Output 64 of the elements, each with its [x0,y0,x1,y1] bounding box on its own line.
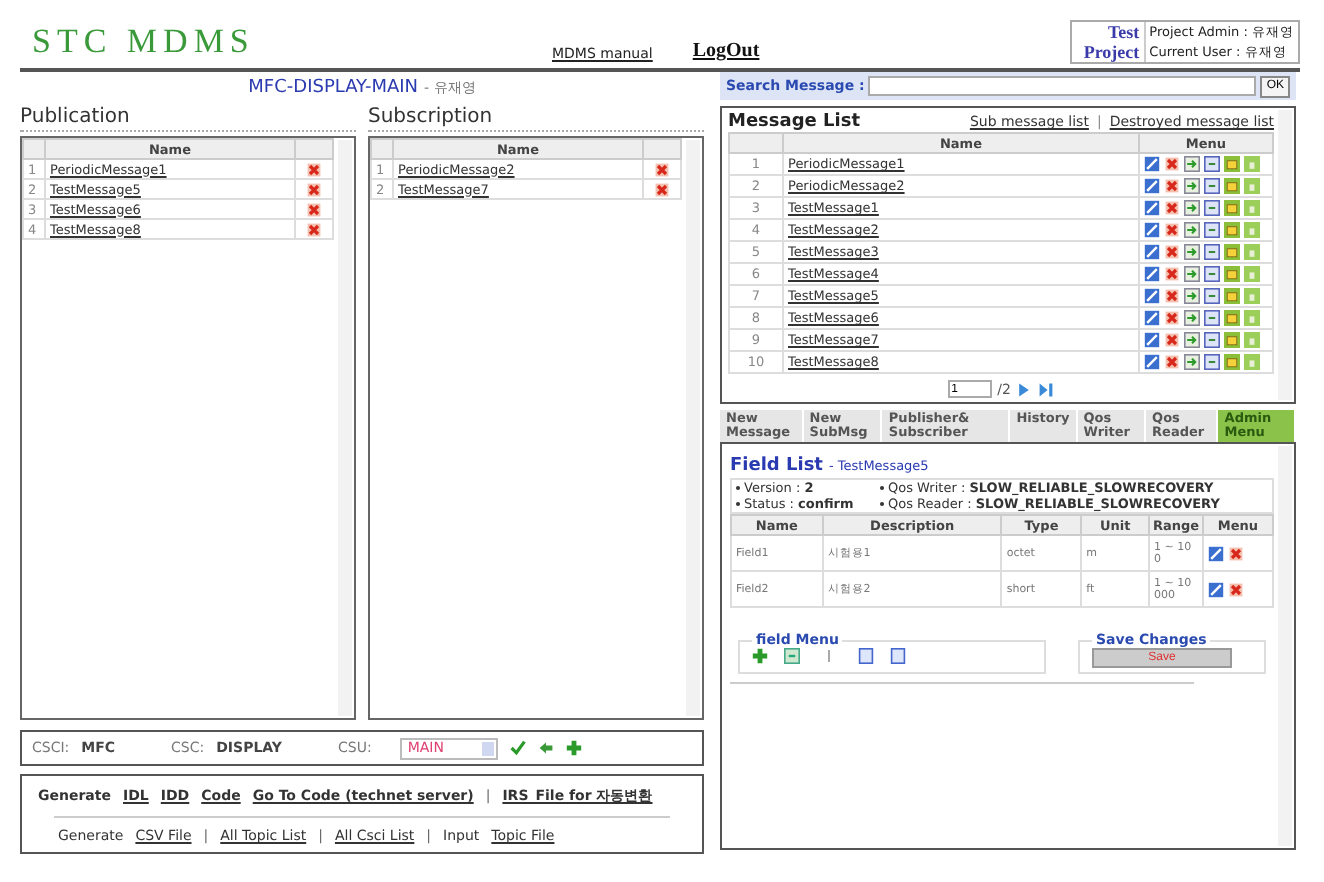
delete-icon[interactable] [1164,244,1180,260]
delete-icon[interactable] [1228,581,1244,597]
delete-icon[interactable] [1228,545,1244,561]
arrow-icon[interactable] [1184,310,1200,326]
scrollbar[interactable] [686,140,700,716]
delete-icon[interactable] [1164,178,1180,194]
delete-icon[interactable] [306,181,322,197]
page-title: MFC-DISPLAY-MAIN [248,78,419,98]
arrow-icon[interactable] [1184,156,1200,172]
edit-icon[interactable] [1144,354,1160,370]
arrow-icon[interactable] [1184,200,1200,216]
delete-icon[interactable] [1164,266,1180,282]
scrollbar[interactable] [1278,446,1292,846]
add-icon[interactable] [565,740,582,756]
edit-icon[interactable] [1144,244,1160,260]
header-cell [295,139,333,159]
delete-icon[interactable] [1164,200,1180,216]
delete-icon[interactable] [306,161,322,177]
edit-icon[interactable] [1144,266,1160,282]
add-icon[interactable] [752,648,768,664]
header-cell [643,139,681,159]
edit-icon[interactable] [1144,178,1160,194]
delete-icon[interactable] [1164,332,1180,348]
section-heading: Subscription [368,106,704,132]
delete-icon[interactable] [1164,354,1180,370]
edit-icon[interactable] [1144,310,1160,326]
back-arrow-icon[interactable] [537,740,554,756]
project-name: Test Project [1081,22,1142,62]
delete-icon[interactable] [1164,156,1180,172]
arrow-icon[interactable] [1184,222,1200,238]
arrow-icon[interactable] [1184,288,1200,304]
edit-icon[interactable] [1208,545,1224,561]
header-cell [729,133,783,153]
arrow-icon[interactable] [1184,354,1200,370]
panel-title: Field List [730,456,823,476]
delete-icon[interactable] [306,221,322,237]
check-icon[interactable] [509,740,526,756]
delete-icon[interactable] [654,181,670,197]
delete-icon[interactable] [1164,222,1180,238]
logo: STC MDMS [30,22,257,64]
edit-icon[interactable] [1144,222,1160,238]
header-link[interactable]: LogOut [692,40,760,62]
delete-icon[interactable] [1164,310,1180,326]
search-field[interactable] [868,76,1257,96]
next-icon[interactable] [1016,381,1033,397]
arrow-icon[interactable] [1184,244,1200,260]
arrow-icon[interactable] [1184,266,1200,282]
edit-icon[interactable] [1144,332,1160,348]
edit-icon[interactable] [1208,581,1224,597]
delete-icon[interactable] [306,201,322,217]
arrow-icon[interactable] [1184,332,1200,348]
edit-icon[interactable] [1144,288,1160,304]
edit-icon[interactable] [1144,200,1160,216]
panel-title: Message List [728,112,861,132]
arrow-icon[interactable] [1184,178,1200,194]
header-cell [23,139,45,159]
header-cell [371,139,393,159]
delete-icon[interactable] [1164,288,1180,304]
scrollbar[interactable] [1278,110,1292,400]
section-heading: Publication [20,106,356,132]
delete-icon[interactable] [654,161,670,177]
last-icon[interactable] [1038,381,1055,397]
scrollbar[interactable] [338,140,352,716]
edit-icon[interactable] [1144,156,1160,172]
